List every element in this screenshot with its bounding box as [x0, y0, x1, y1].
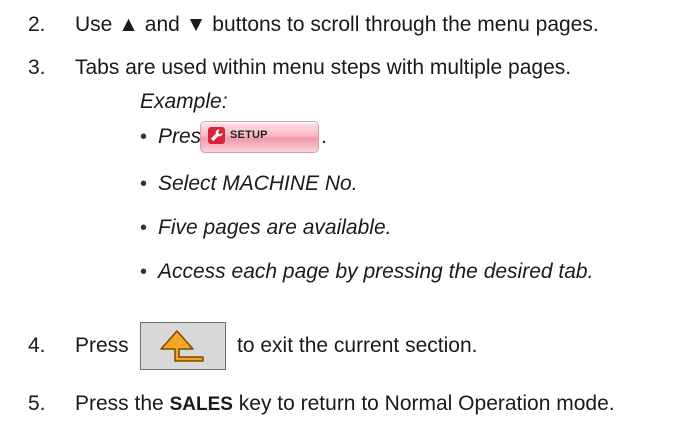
step-5-text-after: key to return to Normal Operation mode. — [238, 392, 615, 415]
sales-key-label: SALES — [169, 394, 233, 415]
back-button[interactable] — [140, 322, 226, 370]
step-4-number: 4. — [28, 334, 46, 357]
step-4-text-before: Press — [75, 334, 129, 357]
bullet-marker: • — [140, 126, 148, 148]
bullet-text: Five pages are available. — [158, 216, 392, 239]
bullet-marker: • — [140, 261, 148, 283]
step-2-text: Use ▲ and ▼ buttons to scroll through th… — [75, 13, 599, 36]
example-label: Example: — [140, 90, 228, 113]
step-4-text-after: to exit the current section. — [237, 334, 478, 357]
wrench-icon — [208, 127, 225, 144]
setup-button-label: SETUP — [230, 129, 268, 141]
step-5-text: Press the SALES key to return to Normal … — [75, 391, 615, 418]
step-3-text: Tabs are used within menu steps with mul… — [75, 56, 572, 79]
bullet-text: Select MACHINE No. — [158, 172, 358, 195]
step-5-number: 5. — [28, 392, 46, 415]
step-2-number: 2. — [28, 13, 46, 36]
example-press-suffix: . — [322, 125, 328, 148]
return-arrow-icon — [160, 330, 204, 362]
bullet-text: Access each page by pressing the desired… — [158, 260, 594, 283]
bullet-marker: • — [140, 173, 148, 195]
step-3-number: 3. — [28, 56, 46, 79]
step-5-text-before: Press the — [75, 392, 164, 415]
setup-button[interactable]: SETUP — [200, 121, 319, 153]
bullet-marker: • — [140, 217, 148, 239]
